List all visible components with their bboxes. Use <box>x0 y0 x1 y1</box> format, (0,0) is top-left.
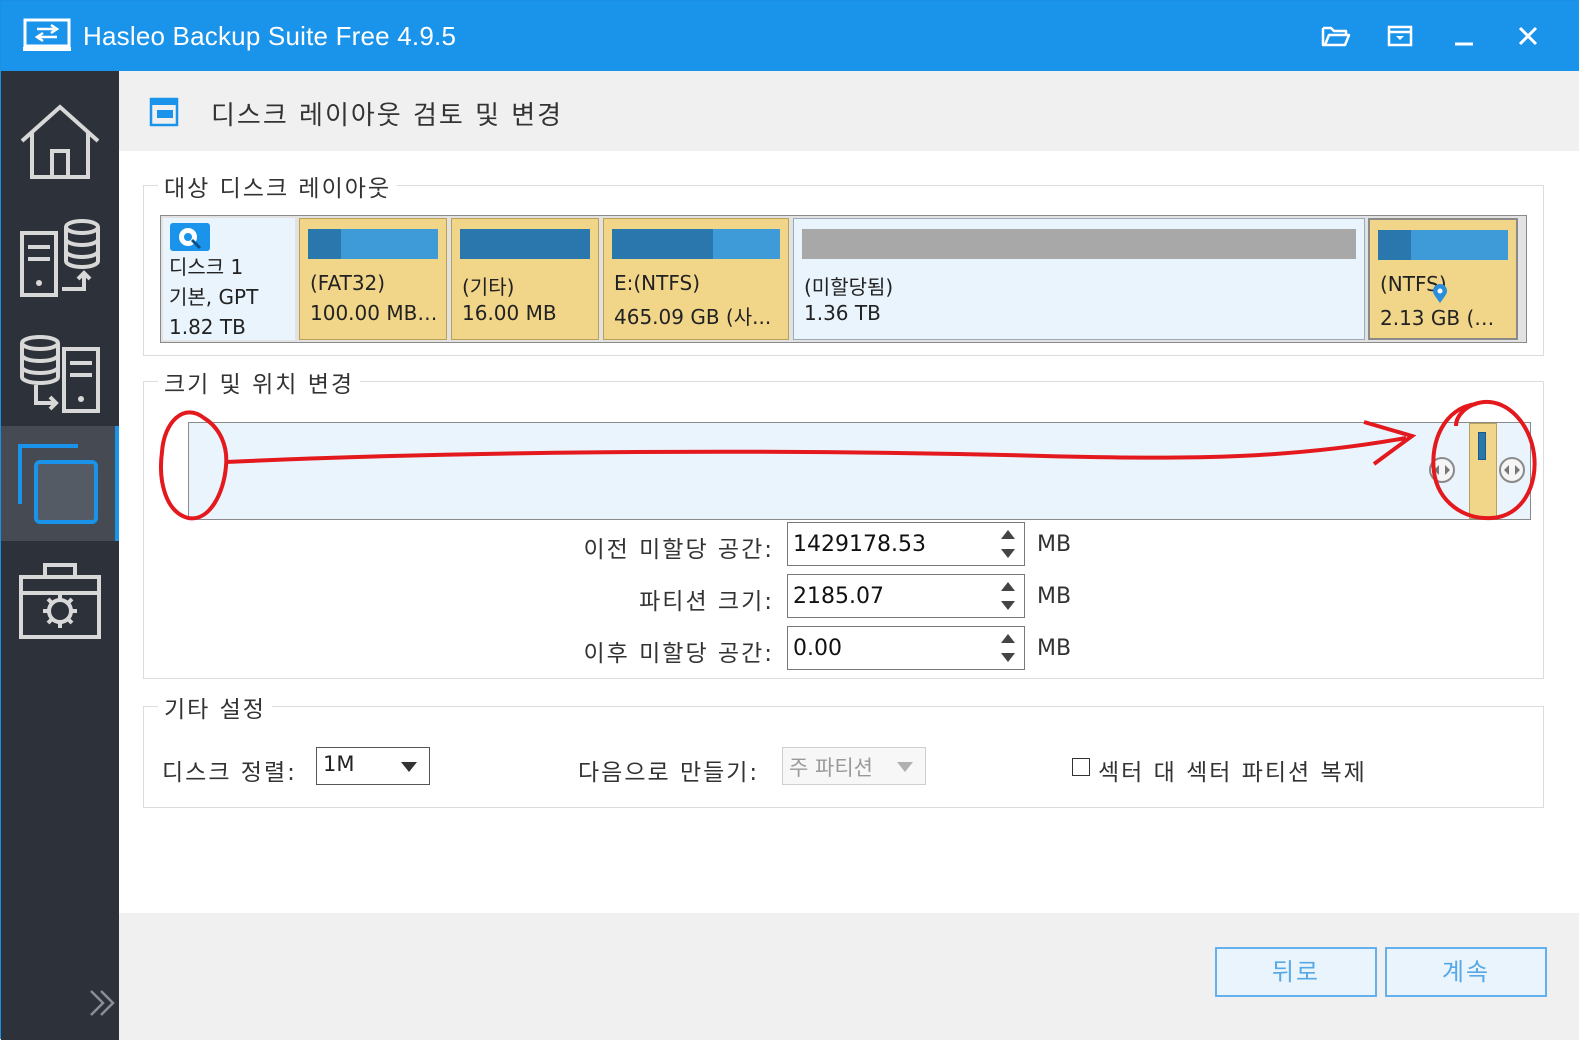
chevron-down-icon <box>897 762 913 772</box>
partition-size: 100.00 MB ... <box>310 301 438 325</box>
usage-bar <box>460 229 590 259</box>
resize-move-group: 크기 및 위치 변경 이전 미할당 공간: 1429178.53 MB 파티션 … <box>143 365 1544 679</box>
target-disk-layout-group: 대상 디스크 레이아웃 디스크 1 기본, GPT 1.82 TB (FAT32 <box>143 169 1544 356</box>
group-label-resize: 크기 및 위치 변경 <box>158 365 361 399</box>
partition-other[interactable]: (기타) 16.00 MB <box>451 218 599 340</box>
app-window: Hasleo Backup Suite Free 4.9.5 디스크 레이아웃 … <box>0 0 1579 1040</box>
slider-usage-indicator <box>1478 432 1486 460</box>
left-resize-handle[interactable] <box>1429 457 1455 483</box>
sidebar-item-restore[interactable] <box>1 317 119 432</box>
chevron-down-icon <box>401 762 417 772</box>
restore-data-icon <box>20 334 100 413</box>
partition-label: (FAT32) <box>310 271 386 295</box>
before-unallocated-label: 이전 미할당 공간: <box>583 537 774 563</box>
sector-by-sector-checkbox[interactable] <box>1072 758 1090 776</box>
after-unallocated-spinbox[interactable] <box>787 626 1025 670</box>
spin-arrows-icon[interactable] <box>1000 580 1016 612</box>
back-button[interactable]: 뒤로 <box>1215 947 1377 997</box>
footer-bar: 뒤로 계속 <box>119 913 1579 1040</box>
sidebar-item-backup[interactable] <box>1 201 119 316</box>
usage-bar <box>612 229 780 259</box>
partition-unallocated[interactable]: (미할당됨) 1.36 TB <box>793 218 1365 340</box>
unit-mb: MB <box>1037 636 1072 661</box>
app-logo-icon <box>23 18 71 51</box>
toolbox-gear-icon <box>19 562 101 639</box>
before-unallocated-spinbox[interactable] <box>787 522 1025 566</box>
home-icon <box>20 103 100 179</box>
disk-alignment-label: 디스크 정렬: <box>162 760 297 786</box>
usage-bar-fill <box>1378 230 1411 260</box>
usage-bar-fill <box>612 229 713 259</box>
unit-mb: MB <box>1037 532 1072 557</box>
minimize-icon <box>1455 42 1473 46</box>
close-icon <box>1518 26 1538 46</box>
page-title: 디스크 레이아웃 검토 및 변경 <box>211 101 564 131</box>
create-as-select: 주 파티션 <box>782 747 926 785</box>
spin-arrows-icon[interactable] <box>1000 528 1016 560</box>
title-bar: Hasleo Backup Suite Free 4.9.5 <box>1 1 1579 71</box>
partition-size: 465.09 GB (사... <box>614 305 772 329</box>
right-resize-handle[interactable] <box>1499 457 1525 483</box>
partition-ntfs-selected[interactable]: (NTFS) 2.13 GB (사... <box>1368 218 1518 340</box>
partition-size: 1.36 TB <box>804 301 881 325</box>
disk-type: 기본, GPT <box>169 285 259 309</box>
partition-size-spinbox[interactable] <box>787 574 1025 618</box>
sector-by-sector-label[interactable]: 섹터 대 섹터 파티션 복제 <box>1098 753 1367 787</box>
partition-fat32[interactable]: (FAT32) 100.00 MB ... <box>299 218 447 340</box>
usage-bar-fill <box>308 229 341 259</box>
sidebar-item-tools[interactable] <box>1 543 119 658</box>
usage-bar <box>1378 230 1508 260</box>
usage-bar-fill <box>460 229 590 259</box>
disk-layout-icon <box>149 97 179 127</box>
before-unallocated-input[interactable] <box>788 523 988 565</box>
next-button[interactable]: 계속 <box>1385 947 1547 997</box>
spin-arrows-icon[interactable] <box>1000 632 1016 664</box>
unit-mb: MB <box>1037 584 1072 609</box>
partition-label: (미할당됨) <box>804 275 894 299</box>
disk-map: 디스크 1 기본, GPT 1.82 TB (FAT32) 100.00 MB … <box>160 215 1527 343</box>
partition-size-input[interactable] <box>788 575 988 617</box>
double-chevron-right-icon[interactable] <box>87 983 117 1023</box>
disk-alignment-value: 1M <box>323 752 355 776</box>
disk-name: 디스크 1 <box>169 255 244 279</box>
restore-window-button[interactable] <box>1383 19 1417 53</box>
disk-info[interactable]: 디스크 1 기본, GPT 1.82 TB <box>163 218 295 340</box>
partition-label: (기타) <box>462 275 515 299</box>
page-header: 디스크 레이아웃 검토 및 변경 <box>119 71 1579 151</box>
partition-size: 2.13 GB (사... <box>1380 306 1508 330</box>
main-content: 디스크 레이아웃 검토 및 변경 대상 디스크 레이아웃 디스크 1 기본, G… <box>119 71 1579 1040</box>
usage-bar <box>802 229 1356 259</box>
close-button[interactable] <box>1511 19 1545 53</box>
partition-e-ntfs[interactable]: E:(NTFS) 465.09 GB (사... <box>603 218 789 340</box>
resize-arrows-icon <box>1434 465 1450 475</box>
disk-size: 1.82 TB <box>169 315 246 339</box>
after-unallocated-label: 이후 미할당 공간: <box>583 641 774 667</box>
resize-track[interactable] <box>188 422 1531 520</box>
resize-arrows-icon <box>1504 465 1520 475</box>
create-as-value: 주 파티션 <box>789 756 873 780</box>
group-label-disk-layout: 대상 디스크 레이아웃 <box>158 169 398 203</box>
restore-icon <box>1387 25 1413 47</box>
minimize-button[interactable] <box>1447 19 1481 53</box>
after-unallocated-input[interactable] <box>788 627 988 669</box>
folder-open-icon <box>1321 26 1351 47</box>
sidebar <box>1 71 119 1040</box>
usage-bar <box>308 229 438 259</box>
folder-open-button[interactable] <box>1319 19 1353 53</box>
sidebar-item-home[interactable] <box>1 83 119 198</box>
create-as-label: 다음으로 만들기: <box>578 760 760 786</box>
partition-size: 16.00 MB <box>462 301 557 325</box>
hard-disk-icon <box>170 223 210 251</box>
location-pin-icon <box>1433 284 1447 303</box>
clone-icon <box>18 443 98 524</box>
partition-label: E:(NTFS) <box>614 271 701 295</box>
partition-slider-block[interactable] <box>1469 423 1497 519</box>
group-label-other-settings: 기타 설정 <box>158 690 272 724</box>
partition-size-label: 파티션 크기: <box>639 589 774 615</box>
disk-alignment-select[interactable]: 1M <box>316 747 430 785</box>
backup-icon <box>20 218 100 297</box>
window-title: Hasleo Backup Suite Free 4.9.5 <box>83 21 457 51</box>
sidebar-item-clone[interactable] <box>1 426 119 541</box>
other-settings-group: 기타 설정 디스크 정렬: 1M 다음으로 만들기: 주 파티션 섹터 대 섹터… <box>143 690 1544 808</box>
